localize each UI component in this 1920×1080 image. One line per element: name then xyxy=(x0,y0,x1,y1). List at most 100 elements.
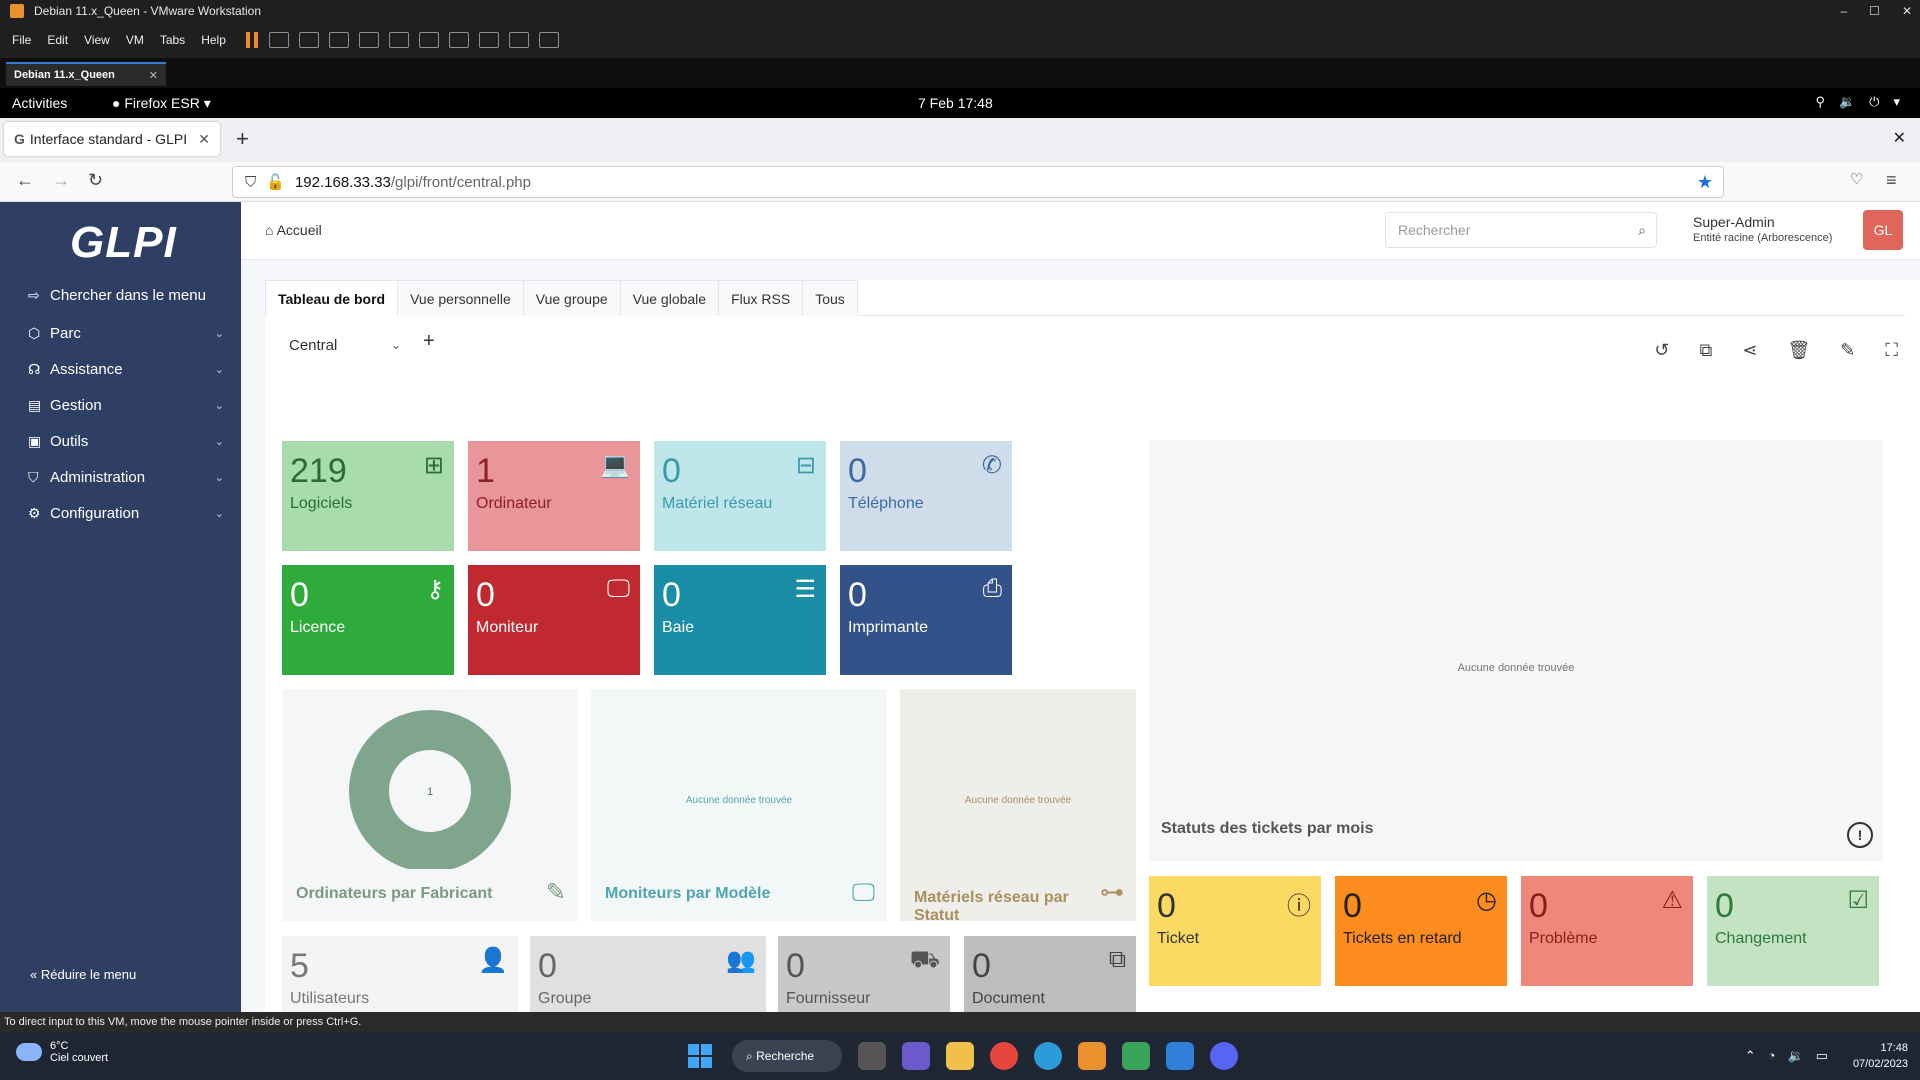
start-button[interactable] xyxy=(688,1044,712,1068)
snapshot-icon[interactable] xyxy=(298,32,319,48)
console-view-icon[interactable] xyxy=(508,32,529,48)
collapse-menu-button[interactable]: « Réduire le menu xyxy=(30,967,136,982)
tile-moniteur[interactable]: 0 Moniteur 🖵 xyxy=(468,565,640,675)
app-menu-firefox[interactable]: ● Firefox ESR ▾ xyxy=(112,95,211,112)
thumbnail-icon[interactable] xyxy=(418,32,439,48)
insecure-lock-icon[interactable]: 🔓 xyxy=(266,173,285,191)
weather-widget[interactable]: 6°C Ciel couvert xyxy=(16,1040,108,1064)
menu-help[interactable]: Help xyxy=(201,33,226,47)
task-view-icon[interactable] xyxy=(858,1042,886,1070)
tile-licence[interactable]: 0 Licence ⚷ xyxy=(282,565,454,675)
trash-icon[interactable]: 🗑 xyxy=(1787,340,1810,361)
close-icon[interactable]: ✕ xyxy=(1902,0,1912,22)
taskbar-search[interactable]: ⌕ Recherche xyxy=(732,1040,842,1072)
forward-icon[interactable]: → xyxy=(52,170,70,191)
tab-tableau-de-bord[interactable]: Tableau de bord xyxy=(265,280,399,316)
sidebar-toggle-icon[interactable] xyxy=(388,32,409,48)
minimize-icon[interactable]: – xyxy=(1840,0,1847,22)
tab-vue-groupe[interactable]: Vue groupe xyxy=(522,280,621,316)
clone-icon[interactable]: ⧉ xyxy=(1699,340,1712,361)
vm-tab-debian[interactable]: Debian 11.x_Queen ✕ xyxy=(6,62,166,86)
chrome-icon[interactable] xyxy=(990,1042,1018,1070)
global-search-input[interactable]: Rechercher ⌕ xyxy=(1385,212,1657,248)
tile-changement[interactable]: 0 Changement ☑ xyxy=(1707,876,1879,986)
tile-logiciels[interactable]: 219 Logiciels ⊞ xyxy=(282,441,454,551)
tile-ticket[interactable]: 0 Ticket ⓘ xyxy=(1149,876,1321,986)
stretch-guest-icon[interactable] xyxy=(538,32,559,48)
glpi-logo[interactable]: GLPI xyxy=(70,218,177,268)
pocket-icon[interactable]: ♡ xyxy=(1850,170,1863,188)
gnome-system-tray[interactable]: ⚲ 🔉 ⏻ ▾ xyxy=(1815,94,1900,110)
tile-groupe[interactable]: 0 Groupe 👥 xyxy=(530,936,766,1012)
tile-ordinateur[interactable]: 1 Ordinateur 💻 xyxy=(468,441,640,551)
close-icon[interactable]: ✕ xyxy=(198,131,210,148)
shield-icon[interactable]: ⛉ xyxy=(245,174,256,191)
gnome-clock[interactable]: 7 Feb 17:48 xyxy=(918,95,993,111)
maximize-icon[interactable]: ☐ xyxy=(1869,0,1880,22)
chart-ordinateurs-par-fabricant[interactable]: 1 Ordinateurs par Fabricant ✎ xyxy=(282,689,578,921)
tile-tickets-en-retard[interactable]: 0 Tickets en retard ◷ xyxy=(1335,876,1507,986)
tile-fournisseur[interactable]: 0 Fournisseur ⛟ xyxy=(778,936,950,1012)
chart-statuts-tickets-par-mois[interactable]: Aucune donnée trouvée Statuts des ticket… xyxy=(1149,440,1883,862)
close-icon[interactable]: ✕ xyxy=(149,69,158,82)
url-bar[interactable]: ⛉ 🔓 192.168.33.33/glpi/front/central.php… xyxy=(232,166,1724,198)
bookmark-star-icon[interactable]: ★ xyxy=(1697,172,1713,193)
sidebar-item-configuration[interactable]: ⚙ Configuration ⌄ xyxy=(28,498,224,528)
tab-flux-rss[interactable]: Flux RSS xyxy=(718,280,804,316)
sidebar-item-parc[interactable]: ⬡ Parc ⌄ xyxy=(28,318,224,348)
pause-icon[interactable] xyxy=(245,32,258,48)
reload-icon[interactable]: ↻ xyxy=(88,170,103,191)
tab-vue-globale[interactable]: Vue globale xyxy=(619,280,720,316)
new-tab-button[interactable]: + xyxy=(236,126,249,152)
user-menu[interactable]: Super-Admin Entité racine (Arborescence) xyxy=(1693,214,1832,244)
menu-file[interactable]: File xyxy=(12,33,31,47)
tile-baie[interactable]: 0 Baie ☰ xyxy=(654,565,826,675)
unity-icon[interactable] xyxy=(478,32,499,48)
dashboard-select[interactable]: Central ⌄ xyxy=(279,330,409,360)
snipping-tool-icon[interactable] xyxy=(1122,1042,1150,1070)
vmware-icon[interactable] xyxy=(1078,1042,1106,1070)
menu-view[interactable]: View xyxy=(84,33,110,47)
chart-materiels-reseau-par-statut[interactable]: Aucune donnée trouvée Matériels réseau p… xyxy=(900,689,1136,924)
sidebar-item-administration[interactable]: ⛉ Administration ⌄ xyxy=(28,462,224,492)
windows-system-tray[interactable]: ⌃ ◔ 🔉 ▭ xyxy=(1745,1048,1828,1064)
revert-snapshot-icon[interactable] xyxy=(328,32,349,48)
sidebar-item-search-menu[interactable]: ⇨ Chercher dans le menu xyxy=(28,280,224,310)
sidebar-item-assistance[interactable]: ☊ Assistance ⌄ xyxy=(28,354,224,384)
add-dashboard-button[interactable]: + xyxy=(423,330,435,353)
back-icon[interactable]: ← xyxy=(16,170,34,191)
teams-icon[interactable] xyxy=(902,1042,930,1070)
tab-vue-personnelle[interactable]: Vue personnelle xyxy=(397,280,524,316)
share-icon[interactable]: ⋖ xyxy=(1742,340,1757,361)
fullscreen-icon[interactable]: ⛶ xyxy=(1885,340,1898,361)
sidebar-item-gestion[interactable]: ▤ Gestion ⌄ xyxy=(28,390,224,420)
notepad-icon[interactable] xyxy=(1166,1042,1194,1070)
tile-telephone[interactable]: 0 Téléphone ✆ xyxy=(840,441,1012,551)
hamburger-menu-icon[interactable]: ≡ xyxy=(1886,170,1897,191)
browser-tab-glpi[interactable]: G Interface standard - GLPI ✕ xyxy=(4,122,220,156)
tile-materiel-reseau[interactable]: 0 Matériel réseau ⊟ xyxy=(654,441,826,551)
edge-icon[interactable] xyxy=(1034,1042,1062,1070)
taskbar-clock[interactable]: 17:48 07/02/2023 xyxy=(1853,1040,1908,1072)
send-ctrl-alt-del-icon[interactable] xyxy=(268,32,289,48)
file-explorer-icon[interactable] xyxy=(946,1042,974,1070)
menu-edit[interactable]: Edit xyxy=(47,33,68,47)
tab-tous[interactable]: Tous xyxy=(802,280,858,316)
discord-icon[interactable] xyxy=(1210,1042,1238,1070)
tile-imprimante[interactable]: 0 Imprimante ⎙ xyxy=(840,565,1012,675)
chart-moniteurs-par-modele[interactable]: Aucune donnée trouvée Moniteurs par Modè… xyxy=(591,689,887,921)
close-window-icon[interactable]: ✕ xyxy=(1893,128,1906,148)
tile-document[interactable]: 0 Document ⧉ xyxy=(964,936,1136,1012)
tile-probleme[interactable]: 0 Problème ⚠ xyxy=(1521,876,1693,986)
snapshot-manager-icon[interactable] xyxy=(358,32,379,48)
fullscreen-icon[interactable] xyxy=(448,32,469,48)
search-icon[interactable]: ⌕ xyxy=(1638,222,1646,239)
history-icon[interactable]: ↺ xyxy=(1654,340,1669,361)
avatar[interactable]: GL xyxy=(1863,210,1903,250)
breadcrumb[interactable]: ⌂ Accueil xyxy=(265,222,322,238)
activities-button[interactable]: Activities xyxy=(12,95,67,111)
menu-tabs[interactable]: Tabs xyxy=(160,33,185,47)
menu-vm[interactable]: VM xyxy=(126,33,144,47)
sidebar-item-outils[interactable]: ▣ Outils ⌄ xyxy=(28,426,224,456)
edit-icon[interactable]: ✎ xyxy=(1840,340,1855,361)
